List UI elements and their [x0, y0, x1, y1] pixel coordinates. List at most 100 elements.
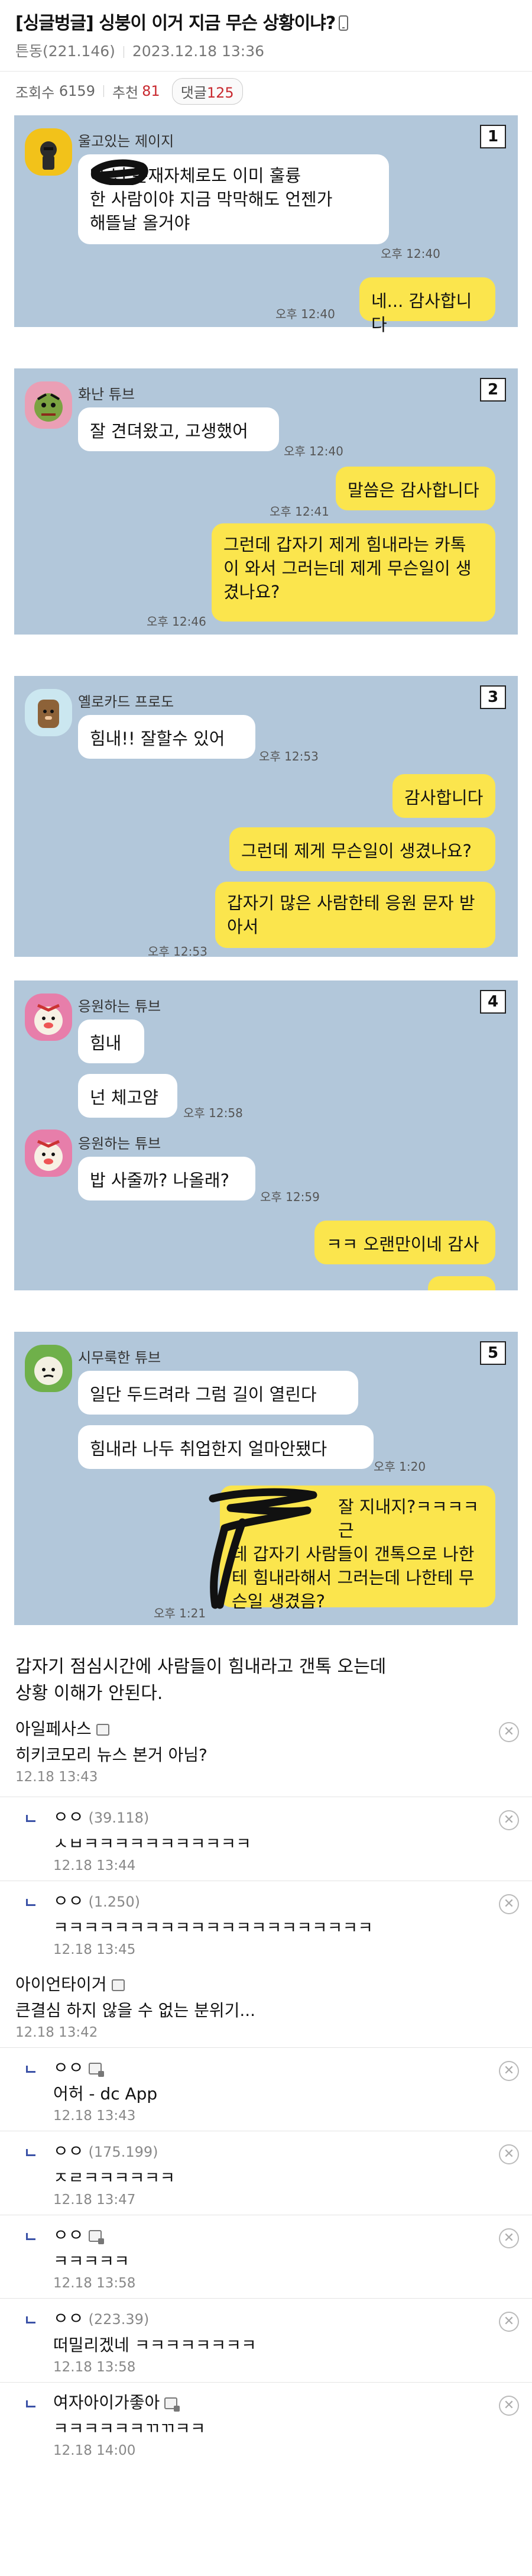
avatar [25, 993, 72, 1041]
fixed-nick-icon [88, 2230, 104, 2244]
fixed-nick-icon [96, 1724, 109, 1736]
message-bubble: 힘내!! 잘할수 있어 [78, 715, 255, 759]
comment-date: 12.18 13:58 [53, 2360, 136, 2375]
avatar [25, 1130, 72, 1177]
reply-item: ㅇㅇ (39.118) ㅅㅂㅋㅋㅋㅋㅋㅋㅋㅋㅋㅋㅋ 12.18 13:44 ✕ [0, 1797, 532, 1881]
reply-arrow-icon [26, 2316, 35, 2323]
chat-panel-2: 2 화난 튜브 잘 견뎌왔고, 고생했어 오후 12:40 말씀은 감사합니다 … [14, 368, 518, 635]
comment-author-name: 아이언타이거 [15, 1975, 107, 1994]
reply-item: ㅇㅇ 어허 - dc App 12.18 13:43 ✕ [0, 2047, 532, 2131]
comment-author-name: ㅇㅇ [53, 2141, 84, 2161]
message-text: 넌 체고얌 [90, 1088, 158, 1108]
close-icon[interactable]: ✕ [499, 2144, 519, 2164]
comment-author[interactable]: 아일페사스 [15, 1709, 491, 1741]
message-time: 오후 12:46 [147, 614, 206, 629]
comment-author[interactable]: ㅇㅇ (175.199) [53, 2131, 491, 2164]
comment-author-name: ㅇㅇ [53, 2058, 84, 2077]
sender-name: 화난 튜브 [78, 386, 135, 403]
comment-date: 12.18 13:44 [53, 1858, 136, 1873]
comment-author[interactable]: ㅇㅇ [53, 2215, 491, 2247]
sender-name: 옐로카드 프로도 [78, 694, 174, 710]
message-text: 감사합니다 [404, 788, 484, 808]
comment-list: 아일페사스 히키코모리 뉴스 본거 아님? 12.18 13:43 ✕ ㅇㅇ (3… [0, 1709, 532, 2465]
close-icon[interactable]: ✕ [499, 1894, 519, 1914]
reply-item: ㅇㅇ (175.199) ㅈㄹㅋㅋㅋㅋㅋㅋ 12.18 13:47 ✕ [0, 2131, 532, 2215]
message-text: 힘내 [90, 1033, 122, 1053]
post-title-text: [싱글벙글] 싱붕이 이거 지금 무슨 상황이냐? [15, 13, 336, 34]
comment-text: 어허 - dc App [53, 2084, 158, 2103]
message-bubble: 일단 두드려라 그럼 길이 열린다 [78, 1371, 358, 1415]
comment-text: 히키코모리 뉴스 본거 아님? [15, 1745, 207, 1765]
reply-arrow-icon [26, 1899, 35, 1906]
message-time: 오후 12:58 [183, 1106, 243, 1120]
close-icon[interactable]: ✕ [499, 1810, 519, 1830]
message-bubble: 그런데 제게 무슨일이 생겼나요? [229, 827, 495, 871]
comment-text: ㅈㄹㅋㅋㅋㅋㅋㅋ [53, 2168, 176, 2187]
message-text: 잘 견뎌왔고, 고생했어 [90, 421, 248, 441]
close-icon[interactable]: ✕ [499, 2061, 519, 2081]
comment-author[interactable]: ㅇㅇ [53, 2048, 491, 2080]
sender-name: 응원하는 튜브 [78, 1135, 161, 1152]
post-author[interactable]: 튼동(221.146) [15, 43, 115, 60]
phone-icon [339, 15, 349, 31]
comments-count: 125 [206, 84, 234, 101]
message-line: 겼나요? [223, 582, 280, 602]
comment-author-name: 여자아이가좋아 [53, 2393, 160, 2412]
comment-ip: (175.199) [88, 2144, 158, 2160]
fixed-nick-icon [88, 2063, 104, 2077]
reply-arrow-icon [26, 1815, 35, 1822]
message-bubble: 밥 사줄까? 나올래? [78, 1157, 255, 1200]
message-time: 오후 1:21 [154, 1606, 206, 1620]
comment-author[interactable]: ㅇㅇ (223.39) [53, 2299, 491, 2331]
reply-item: ㅇㅇ (1.250) ㅋㅋㅋㅋㅋㅋㅋㅋㅋㅋㅋㅋㅋㅋㅋㅋㅋㅋㅋㅋㅋ 12.18 13… [0, 1881, 532, 1965]
reply-item: 여자아이가좋아 ㅋㅋㅋㅋㅋㅋㄲㄲㅋㅋ 12.18 14:00 ✕ [0, 2382, 532, 2465]
comment-item: 아일페사스 히키코모리 뉴스 본거 아님? 12.18 13:43 ✕ [0, 1709, 532, 1792]
rec-label: 추천 [112, 84, 139, 101]
close-icon[interactable]: ✕ [499, 2228, 519, 2248]
comment-author[interactable]: ㅇㅇ (39.118) [53, 1797, 491, 1830]
message-text: 힘내!! 잘할수 있어 [90, 729, 225, 749]
message-bubble: 감사합니다 [392, 774, 495, 818]
message-line: 해뜰날 올거야 [90, 213, 190, 233]
comment-author-name: ㅇㅇ [53, 1807, 84, 1827]
post-header: [싱글벙글] 싱붕이 이거 지금 무슨 상황이냐? 튼동(221.146) 202… [0, 0, 532, 65]
panel-number: 3 [480, 685, 506, 709]
comment-author-name: 아일페사스 [15, 1719, 92, 1739]
message-line: 갑자기 많은 사람한테 응원 문자 받 [227, 893, 475, 913]
chat-panel-5: 5 시무룩한 튜브 일단 두드려라 그럼 길이 열린다 힘내라 나두 취업한지 … [14, 1332, 518, 1625]
panel-number: 4 [480, 990, 506, 1014]
redaction-scribble [209, 1488, 317, 1609]
comment-author[interactable]: 아이언타이거 [15, 1965, 491, 1996]
comments-label: 댓글 [180, 84, 207, 101]
rec-count: 81 [142, 83, 160, 99]
comment-author-name: ㅇㅇ [53, 2309, 84, 2328]
close-icon[interactable]: ✕ [499, 1722, 519, 1742]
message-text: 힘내라 나두 취업한지 얼마안됐다 [90, 1439, 327, 1459]
reply-arrow-icon [26, 2066, 35, 2073]
post-stats: 조회수 6159 추천 81 댓글125 [0, 72, 532, 111]
comment-ip: (1.250) [88, 1894, 140, 1910]
reply-arrow-icon [26, 2149, 35, 2156]
panel-number: 5 [480, 1341, 506, 1365]
message-bubble: 힘내 [78, 1020, 144, 1063]
message-text: 밥 사줄까? 나올래? [90, 1170, 229, 1190]
message-bubble: 힘내라 나두 취업한지 얼마안됐다 [78, 1425, 374, 1469]
panel-number: 2 [480, 378, 506, 402]
message-bubble: 넌 체고얌 [78, 1074, 177, 1118]
close-icon[interactable]: ✕ [499, 2312, 519, 2332]
page: [싱글벙글] 싱붕이 이거 지금 무슨 상황이냐? 튼동(221.146) 202… [0, 0, 532, 2465]
post-title: [싱글벙글] 싱붕이 이거 지금 무슨 상황이냐? [15, 12, 517, 35]
close-icon[interactable]: ✕ [499, 2396, 519, 2416]
comment-count-button[interactable]: 댓글125 [171, 77, 243, 105]
comment-author[interactable]: 여자아이가좋아 [53, 2383, 491, 2415]
message-time: 오후 12:53 [148, 944, 207, 959]
comment-text: 큰결심 하지 않을 수 없는 분위기... [15, 2001, 256, 2020]
message-time: 오후 12:41 [270, 504, 329, 519]
comment-text: ㅋㅋㅋㅋㅋㅋㄲㄲㅋㅋ [53, 2419, 206, 2438]
sender-name: 시무룩한 튜브 [78, 1350, 161, 1366]
comment-date: 12.18 14:00 [53, 2443, 136, 2458]
fixed-nick-icon [111, 1979, 125, 1991]
post-date: 2023.12.18 13:36 [132, 43, 265, 60]
message-text: 말씀은 감사합니다 [348, 480, 479, 500]
comment-author[interactable]: ㅇㅇ (1.250) [53, 1881, 491, 1914]
